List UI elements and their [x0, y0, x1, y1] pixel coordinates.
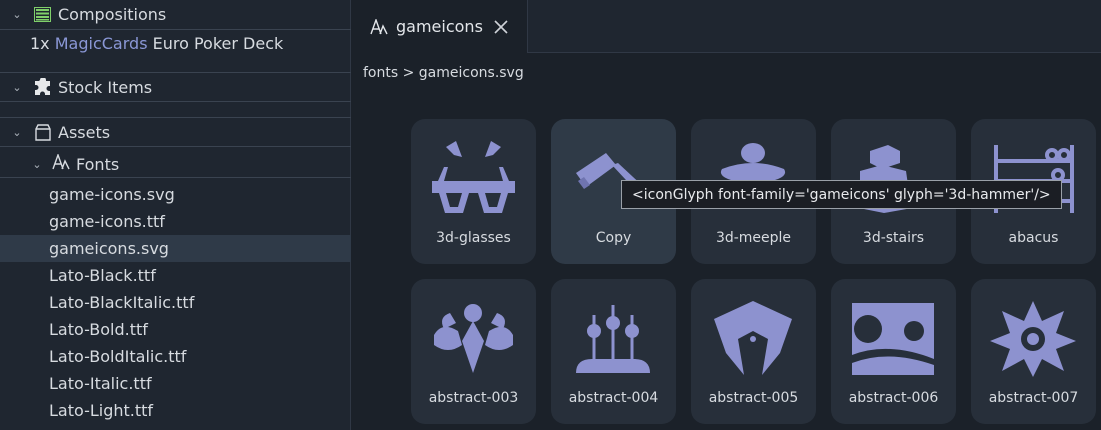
file-item[interactable]: Lato-Black.ttf	[0, 262, 351, 289]
glyph-label: abstract-004	[568, 390, 659, 406]
file-item[interactable]: Lato-Bold.ttf	[0, 316, 351, 343]
file-item[interactable]: Lato-BoldItalic.ttf	[0, 343, 351, 370]
table-icon	[34, 7, 58, 22]
chevron-down-icon: ⌄	[12, 8, 22, 21]
composition-name: Euro Poker Deck	[152, 34, 284, 53]
chevron-down-icon: ⌄	[32, 157, 42, 171]
glyph-label: abstract-007	[988, 390, 1079, 406]
compositions-section-header[interactable]: ⌄ Compositions	[0, 0, 351, 30]
puzzle-icon	[34, 78, 58, 96]
file-item[interactable]: game-icons.svg	[0, 181, 351, 208]
composition-item[interactable]: 1x MagicCards Euro Poker Deck	[30, 34, 283, 53]
glyph-card[interactable]: 3d-glasses	[411, 119, 536, 264]
stock-items-section-header[interactable]: ⌄ Stock Items	[0, 72, 351, 102]
glyph-label: 3d-stairs	[862, 230, 925, 246]
file-item[interactable]: Lato-Italic.ttf	[0, 370, 351, 397]
glyph-tooltip: <iconGlyph font-family='gameicons' glyph…	[621, 180, 1062, 209]
glyph-label: abstract-006	[848, 390, 939, 406]
glyph-label: Copy	[595, 230, 632, 246]
file-item[interactable]: game-icons.ttf	[0, 208, 351, 235]
compositions-label: Compositions	[58, 5, 167, 24]
font-file-list: game-icons.svg game-icons.ttf gameicons.…	[0, 181, 351, 424]
glyph-label: 3d-glasses	[436, 230, 511, 246]
box-icon	[34, 123, 58, 141]
glyph-card[interactable]: abstract-004	[551, 279, 676, 424]
font-icon	[52, 152, 76, 174]
glyph-card[interactable]: abstract-005	[691, 279, 816, 424]
glyph-label: abacus	[1008, 230, 1059, 246]
stock-items-label: Stock Items	[58, 77, 153, 97]
breadcrumb: fonts > gameicons.svg	[363, 65, 524, 81]
glyph-card[interactable]: abstract-006	[831, 279, 956, 424]
tab-gameicons[interactable]: gameicons	[352, 0, 528, 53]
assets-label: Assets	[58, 122, 111, 142]
chevron-down-icon: ⌄	[12, 125, 22, 139]
explorer-sidebar: ⌄ Compositions 1x MagicCards Euro Poker …	[0, 0, 351, 430]
abstract-004-icon	[568, 301, 659, 377]
glyph-label: 3d-meeple	[715, 230, 792, 246]
composition-qty: 1x	[30, 34, 50, 53]
editor-tab-bar: gameicons	[352, 0, 1101, 53]
glyph-card[interactable]: abstract-007	[971, 279, 1096, 424]
composition-link[interactable]: MagicCards	[55, 34, 148, 53]
abstract-007-icon	[988, 301, 1079, 377]
file-item[interactable]: Lato-Light.ttf	[0, 397, 351, 424]
close-icon[interactable]	[493, 19, 509, 35]
file-item[interactable]: Lato-BlackItalic.ttf	[0, 289, 351, 316]
abstract-006-icon	[848, 301, 939, 377]
chevron-down-icon: ⌄	[12, 80, 22, 94]
abstract-003-icon	[428, 301, 519, 377]
assets-section-header[interactable]: ⌄ Assets	[0, 117, 351, 147]
3d-glasses-icon	[428, 141, 519, 217]
abstract-005-icon	[708, 301, 799, 377]
file-item-selected[interactable]: gameicons.svg	[0, 235, 351, 262]
tab-label: gameicons	[396, 17, 483, 36]
fonts-label: Fonts	[76, 154, 120, 174]
glyph-label: abstract-005	[708, 390, 799, 406]
glyph-card[interactable]: abstract-003	[411, 279, 536, 424]
fonts-folder-header[interactable]: ⌄ Fonts	[0, 151, 351, 178]
font-icon	[370, 18, 388, 35]
glyph-label: abstract-003	[428, 390, 519, 406]
